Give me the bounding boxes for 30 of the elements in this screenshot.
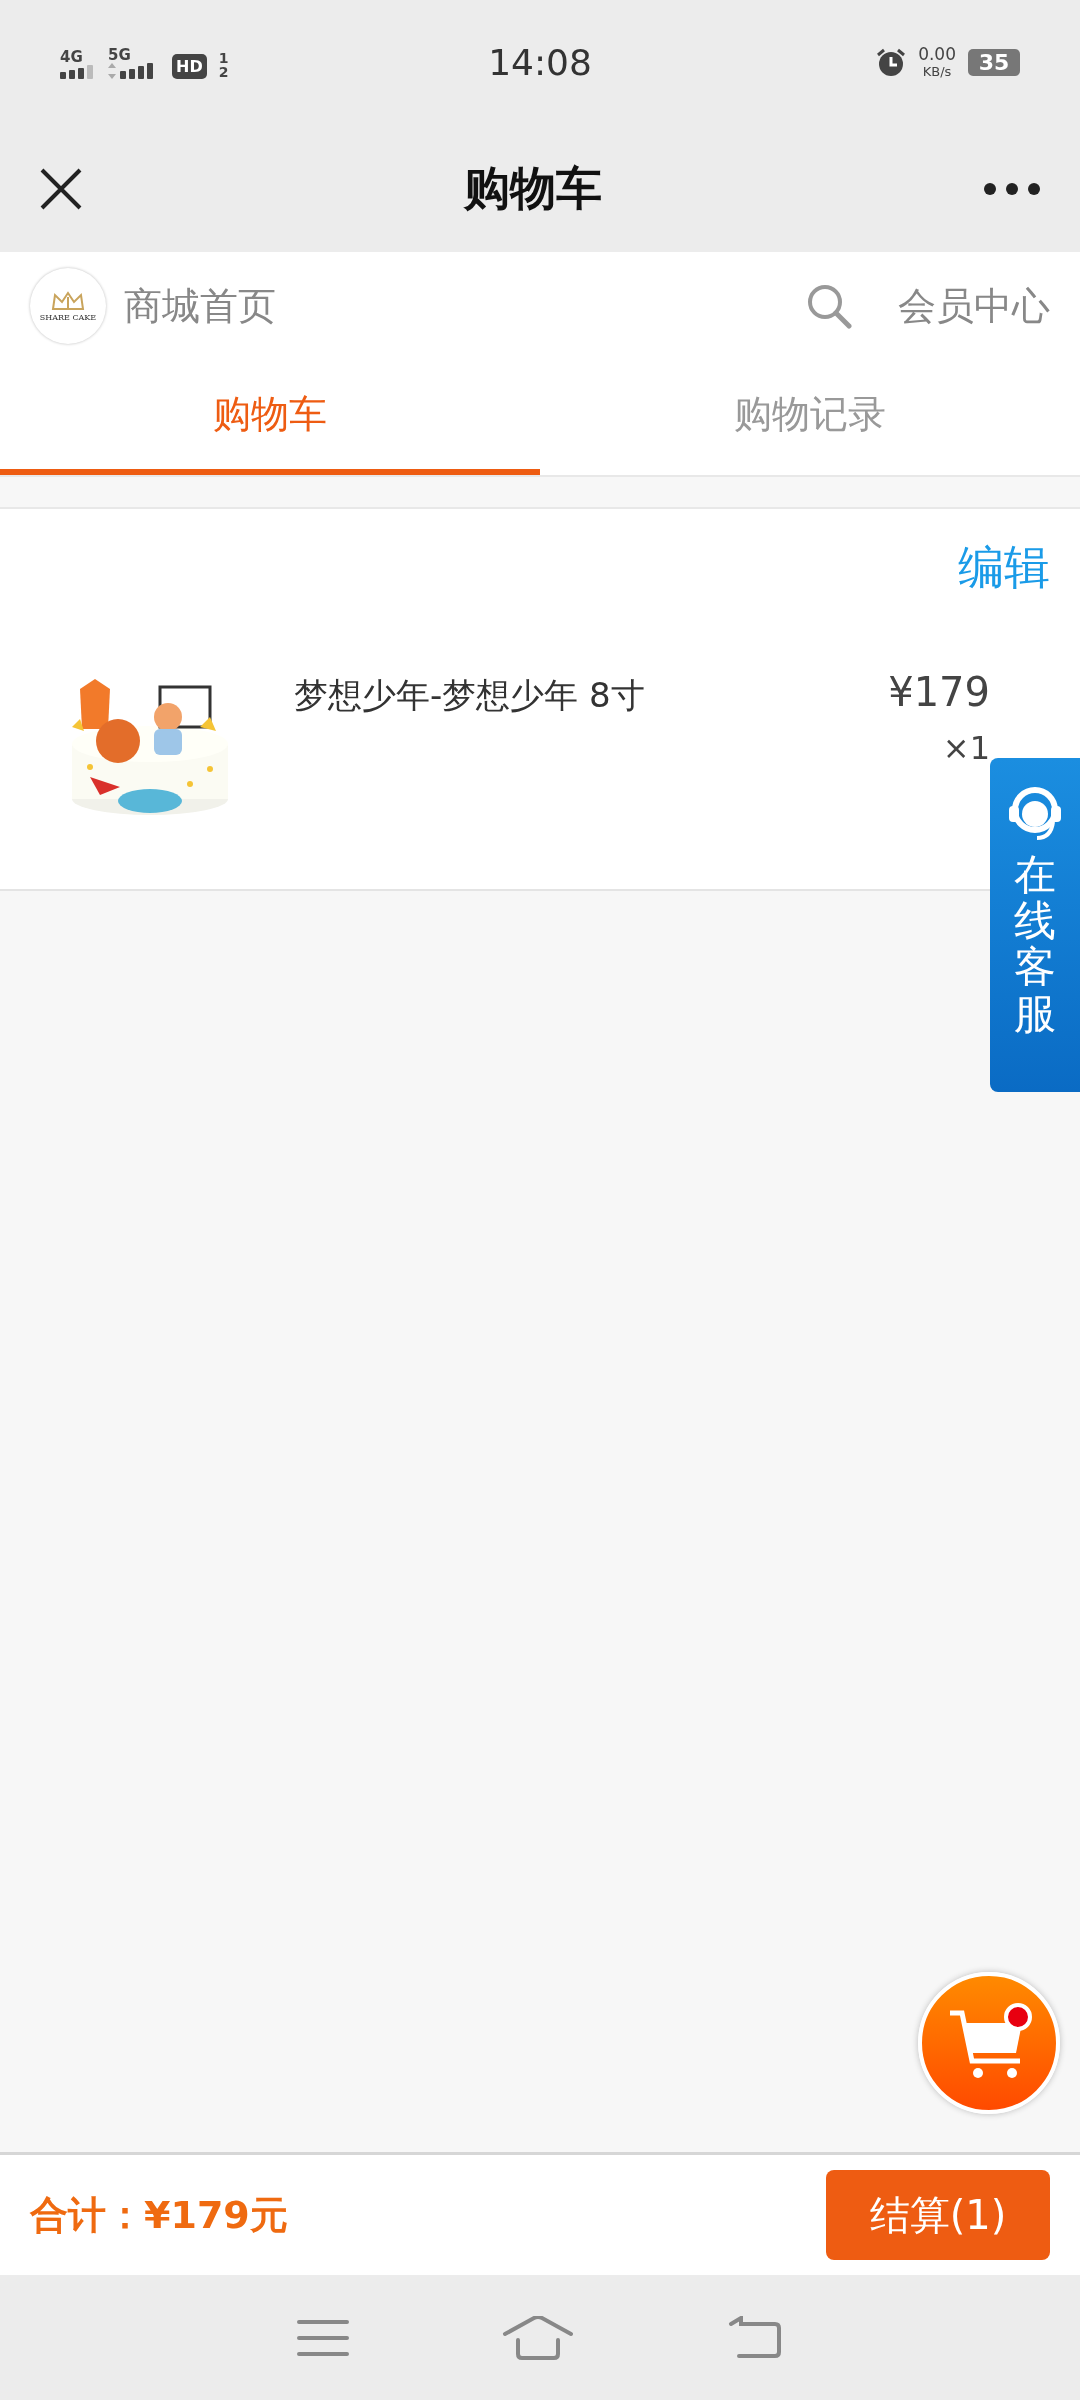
network-label: 5G bbox=[108, 46, 131, 63]
search-icon[interactable] bbox=[806, 283, 852, 329]
product-price: ¥179 bbox=[888, 669, 990, 715]
tab[interactable]: 购物记录 bbox=[540, 360, 1080, 475]
close-icon[interactable] bbox=[40, 167, 82, 210]
home-link[interactable]: 商城首页 bbox=[124, 280, 788, 332]
total-price: 合计：¥179元 bbox=[30, 2191, 288, 2239]
speed-unit: KB/s bbox=[922, 62, 952, 80]
battery-icon: 35 bbox=[968, 49, 1020, 76]
back-icon[interactable] bbox=[727, 2315, 784, 2360]
store-logo[interactable]: SHARE CAKE bbox=[30, 268, 106, 344]
online-service-button[interactable]: 在线客服 bbox=[990, 758, 1080, 1092]
more-icon[interactable] bbox=[984, 182, 1040, 195]
menu-icon[interactable] bbox=[296, 2317, 349, 2358]
alarm-icon bbox=[876, 47, 907, 78]
signal-icon bbox=[60, 64, 96, 79]
product-quantity: ×1 bbox=[942, 729, 990, 767]
network-label: 4G bbox=[60, 48, 83, 65]
speed-value: 0.00 bbox=[918, 45, 956, 63]
edit-link[interactable]: 编辑 bbox=[958, 537, 1050, 599]
product-name[interactable]: 梦想少年-梦想少年 8寸 bbox=[240, 639, 889, 719]
hd-badge: HD bbox=[172, 53, 207, 79]
home-icon[interactable] bbox=[502, 2315, 574, 2360]
checkout-button[interactable]: 结算(1) bbox=[826, 2170, 1050, 2260]
status-time: 14:08 bbox=[488, 42, 592, 83]
sim-label: 2 bbox=[218, 64, 229, 79]
sim-label: 1 bbox=[218, 50, 229, 65]
member-center-link[interactable]: 会员中心 bbox=[898, 280, 1050, 332]
page-title: 购物车 bbox=[464, 159, 602, 217]
tab[interactable]: 购物车 bbox=[0, 360, 540, 475]
